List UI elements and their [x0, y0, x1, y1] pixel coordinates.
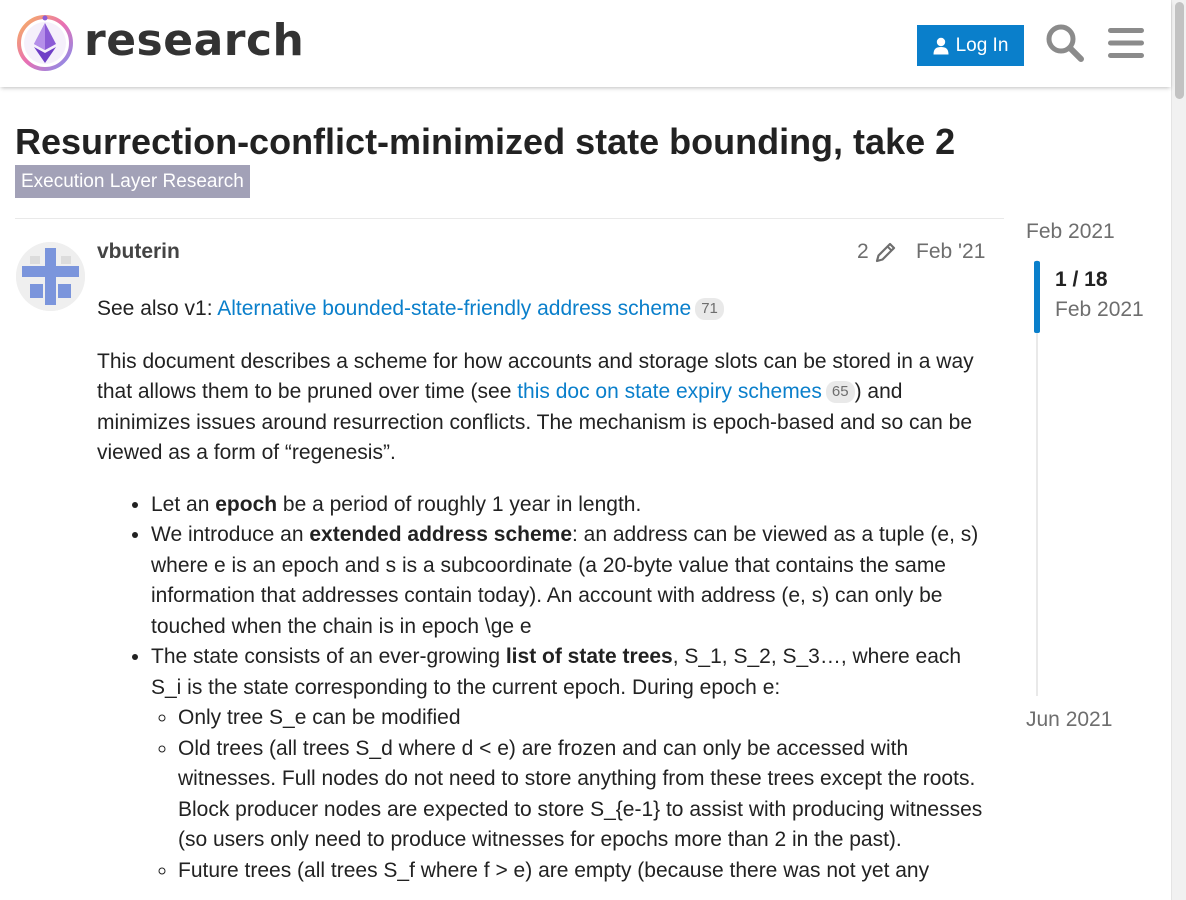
sub-list-item: Old trees (all trees S_d where d < e) ar… [178, 734, 992, 856]
login-label: Log In [955, 34, 1009, 56]
timeline-position: 1 / 18 [1055, 268, 1108, 291]
timeline-handle[interactable] [1034, 261, 1040, 333]
state-expiry-link[interactable]: this doc on state expiry schemes [517, 380, 822, 403]
timeline-current-date: Feb 2021 [1055, 298, 1144, 321]
menu-button[interactable] [1105, 22, 1147, 64]
edit-history-button[interactable]: 2 [857, 240, 897, 264]
sub-list-item: Only tree S_e can be modified [178, 703, 992, 734]
edit-count: 2 [857, 240, 869, 263]
bold-term: extended address scheme [309, 523, 572, 546]
hamburger-menu-icon [1108, 28, 1144, 58]
list-text: be a period of roughly 1 year in length. [277, 492, 642, 516]
post-author[interactable]: vbuterin [97, 240, 180, 264]
list-item: Let an epoch be a period of roughly 1 ye… [151, 490, 992, 521]
user-icon [933, 37, 949, 54]
page-scrollbar[interactable] [1171, 0, 1186, 900]
scrollbar-thumb[interactable] [1175, 2, 1184, 99]
list-text: We introduce an [151, 523, 310, 546]
site-logo[interactable]: research [16, 14, 304, 72]
post-paragraph: This document describes a scheme for how… [97, 347, 992, 469]
list-text: Let an [151, 492, 216, 516]
v1-link[interactable]: Alternative bounded-state-friendly addre… [217, 297, 691, 320]
bold-term: epoch [215, 492, 278, 516]
logo-text: research [84, 15, 305, 66]
list-text: The state consists of an ever-growing [151, 645, 506, 668]
list-item: We introduce an extended address scheme:… [151, 520, 992, 642]
login-button[interactable]: Log In [917, 25, 1024, 66]
ethereum-logo-icon [17, 15, 73, 71]
bullet-list: Let an epoch be a period of roughly 1 ye… [151, 490, 992, 887]
list-item: The state consists of an ever-growing li… [151, 642, 992, 886]
link-click-count: 65 [825, 381, 855, 403]
sub-list-item: Future trees (all trees S_f where f > e)… [178, 856, 992, 887]
intro-text: See also v1: [97, 297, 218, 320]
bold-term: list of state trees [505, 645, 673, 668]
category-badge[interactable]: Execution Layer Research [15, 165, 250, 198]
post-intro: See also v1: Alternative bounded-state-f… [97, 294, 992, 325]
site-header: research Log In [0, 0, 1171, 87]
timeline-end-date[interactable]: Jun 2021 [1026, 708, 1112, 732]
user-avatar-icon [16, 242, 85, 311]
post-date[interactable]: Feb '21 [916, 240, 985, 264]
pencil-icon [875, 242, 895, 263]
timeline-start-date[interactable]: Feb 2021 [1026, 220, 1115, 244]
search-icon [1046, 24, 1084, 62]
post-content: See also v1: Alternative bounded-state-f… [97, 294, 992, 886]
sub-list: Only tree S_e can be modified Old trees … [178, 703, 992, 886]
divider [15, 218, 1004, 219]
search-button[interactable] [1044, 22, 1086, 64]
avatar[interactable] [16, 242, 85, 311]
topic-title[interactable]: Resurrection-conflict-minimized state bo… [15, 120, 955, 164]
link-click-count: 71 [695, 298, 724, 320]
